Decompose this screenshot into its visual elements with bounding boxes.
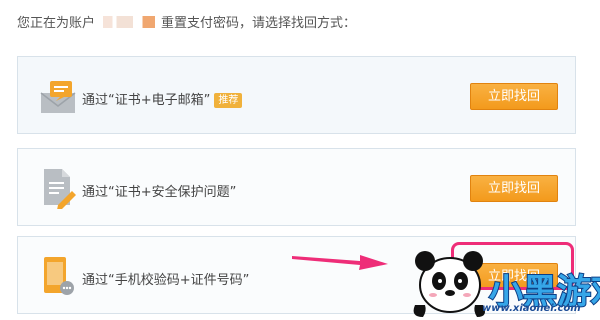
document-pencil-icon: [44, 169, 76, 209]
recover-now-button[interactable]: 立即找回: [470, 175, 558, 202]
recovery-option-security-question: 通过“证书+安全保护问题” 立即找回: [17, 148, 576, 226]
option-label: 通过“证书+安全保护问题”: [82, 185, 237, 200]
intro-line: 您正在为账户 重置支付密码，请选择找回方式：: [17, 12, 356, 31]
mobile-phone-icon: [44, 257, 74, 295]
intro-prefix: 您正在为账户: [17, 16, 96, 31]
recommended-badge: 推荐: [214, 93, 243, 108]
recover-now-button[interactable]: 立即找回: [470, 83, 558, 110]
option-label: 通过“证书+电子邮箱”: [82, 93, 211, 108]
intro-suffix: 重置支付密码，请选择找回方式：: [161, 16, 357, 31]
pink-arrow-annotation: [292, 255, 388, 270]
option-label: 通过“手机校验码+证件号码”: [82, 273, 250, 288]
email-envelope-icon: [40, 81, 76, 113]
account-name-masked: [103, 16, 156, 28]
watermark-url: www.xiaohei.com: [482, 303, 581, 314]
recovery-option-email: 通过“证书+电子邮箱” 推荐 立即找回: [17, 56, 576, 134]
